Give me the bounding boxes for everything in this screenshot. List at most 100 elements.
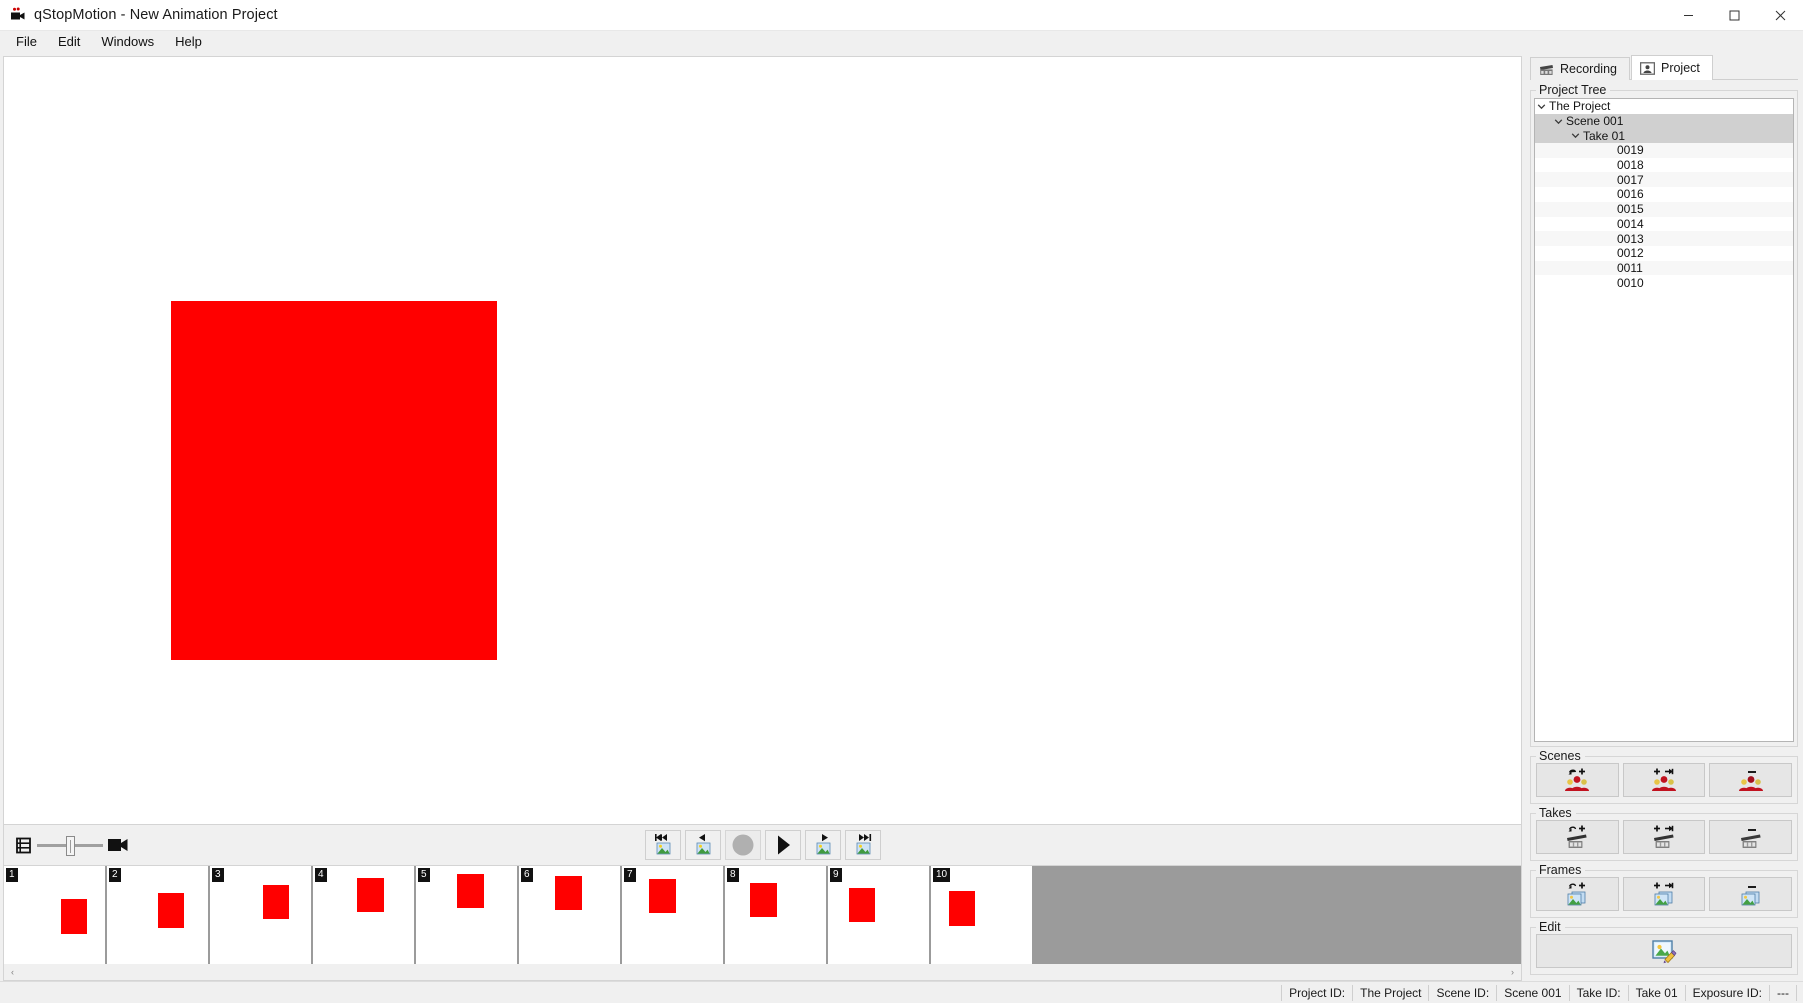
transport-controls [4,830,1521,860]
takes-button-row [1536,820,1793,854]
thumbnail-red-rectangle [649,878,676,914]
thumbnail-frame-number: 6 [521,868,533,882]
takes-title: Takes [1536,806,1576,820]
tree-row[interactable]: 0016 [1535,187,1793,202]
status-scene-id-label: Scene ID: [1428,984,1496,1001]
thumbnail-red-rectangle [457,873,484,909]
thumbnail-frame[interactable]: 2 [107,866,210,964]
status-take-id-value: Take 01 [1627,984,1685,1001]
tree-row[interactable]: 0011 [1535,260,1793,276]
tree-row-label: 0013 [1617,231,1644,246]
thumbnail-red-rectangle [849,887,876,922]
tab-recording[interactable]: Recording [1530,57,1630,80]
status-exposure-id-value: --- [1769,984,1797,1001]
tree-row[interactable]: Take 01 [1535,128,1793,144]
insert-frame-button[interactable] [1536,877,1619,911]
minimize-button[interactable] [1665,0,1711,31]
edit-group: Edit [1530,920,1798,975]
tree-row[interactable]: 0015 [1535,201,1793,217]
zoom-slider-handle[interactable] [65,836,75,856]
edit-frame-button[interactable] [1536,934,1792,968]
add-frame-button[interactable] [1622,877,1706,911]
people-add-icon [1642,767,1686,793]
thumbnail-frame[interactable]: 6 [519,866,622,964]
menu-edit[interactable]: Edit [48,32,90,52]
tree-row[interactable]: 0012 [1535,246,1793,261]
thumbnail-frame-number: 2 [109,868,121,882]
thumbnail-frame[interactable]: 9 [828,866,931,964]
panel-tab-bar: Recording Project [1530,55,1798,80]
thumbnail-frame-number: 9 [830,868,842,882]
thumbnail-red-rectangle [949,891,976,926]
tree-row[interactable]: The Project [1535,99,1793,114]
remove-scene-button[interactable] [1709,763,1793,797]
frame-thumbnail-strip[interactable]: 1 2 3 4 5 6 7 8 9 10 [3,866,1522,964]
animation-canvas[interactable] [3,56,1522,825]
filmstrip-icon [14,836,33,855]
tree-row-label: 0012 [1617,246,1644,261]
chevron-down-icon[interactable] [1535,102,1548,111]
menu-file[interactable]: File [6,32,47,52]
menu-help[interactable]: Help [165,32,212,52]
tab-project[interactable]: Project [1630,55,1713,80]
go-to-first-frame-button[interactable] [644,830,681,860]
thumbnail-frame[interactable]: 5 [416,866,519,964]
tab-recording-label: Recording [1560,62,1617,76]
tree-row-label: The Project [1549,99,1611,114]
photo-add-icon [1642,881,1686,907]
thumbnail-frame[interactable]: 4 [313,866,416,964]
thumbnail-red-rectangle [357,877,384,913]
insert-take-button[interactable] [1536,820,1619,854]
clapperboard-add-icon [1642,824,1686,850]
tree-row[interactable]: 0019 [1535,143,1793,158]
photo-insert-icon [1555,881,1599,907]
zoom-slider[interactable] [37,831,103,859]
thumbnail-frame-number: 5 [418,868,430,882]
tree-row[interactable]: 0017 [1535,172,1793,188]
next-frame-button[interactable] [804,830,841,860]
thumbnail-frame[interactable]: 3 [210,866,313,964]
project-tree[interactable]: The Project Scene 001 Take 01 0019 0018 0017 0… [1534,98,1794,742]
tree-row[interactable]: 0014 [1535,217,1793,232]
window-title: qStopMotion - New Animation Project [34,7,278,23]
photo-pencil-icon [1650,938,1678,964]
play-button[interactable] [764,830,801,860]
add-scene-button[interactable] [1622,763,1706,797]
people-remove-icon [1729,767,1773,793]
people-insert-icon [1555,767,1599,793]
previous-frame-button[interactable] [684,830,721,860]
add-take-button[interactable] [1622,820,1706,854]
remove-frame-button[interactable] [1709,877,1793,911]
scroll-left-arrow-icon[interactable]: ‹ [4,964,21,980]
project-tree-group: Project Tree The Project Scene 001 Take 01… [1530,83,1798,747]
tree-row[interactable]: 0013 [1535,231,1793,246]
insert-scene-button[interactable] [1536,763,1619,797]
record-button[interactable] [724,830,761,860]
remove-take-button[interactable] [1709,820,1793,854]
chevron-down-icon[interactable] [1569,131,1582,140]
scroll-right-arrow-icon[interactable]: › [1504,964,1521,980]
movie-camera-icon [10,7,26,23]
thumbnail-frame-number: 3 [212,868,224,882]
edit-title: Edit [1536,920,1565,934]
thumbnail-scrollbar[interactable]: ‹ › [3,964,1522,981]
thumbnail-frame[interactable]: 7 [622,866,725,964]
thumbnail-frame[interactable]: 1 [4,866,107,964]
status-scene-id-value: Scene 001 [1496,984,1568,1001]
tree-row[interactable]: 0010 [1535,275,1793,290]
scenes-button-row [1536,763,1793,797]
tree-row[interactable]: Scene 001 [1535,113,1793,129]
scenes-title: Scenes [1536,749,1585,763]
thumbnail-frame[interactable]: 8 [725,866,828,964]
go-to-last-frame-button[interactable] [844,830,881,860]
thumbnail-red-rectangle [555,875,582,911]
close-button[interactable] [1757,0,1803,31]
tree-row[interactable]: 0018 [1535,158,1793,173]
maximize-button[interactable] [1711,0,1757,31]
menu-windows[interactable]: Windows [91,32,164,52]
video-camera-icon[interactable] [107,836,129,854]
scrollbar-track[interactable] [21,964,1504,980]
chevron-down-icon[interactable] [1552,117,1565,126]
thumbnail-red-rectangle [157,893,184,928]
thumbnail-frame[interactable]: 10 [931,866,1034,964]
